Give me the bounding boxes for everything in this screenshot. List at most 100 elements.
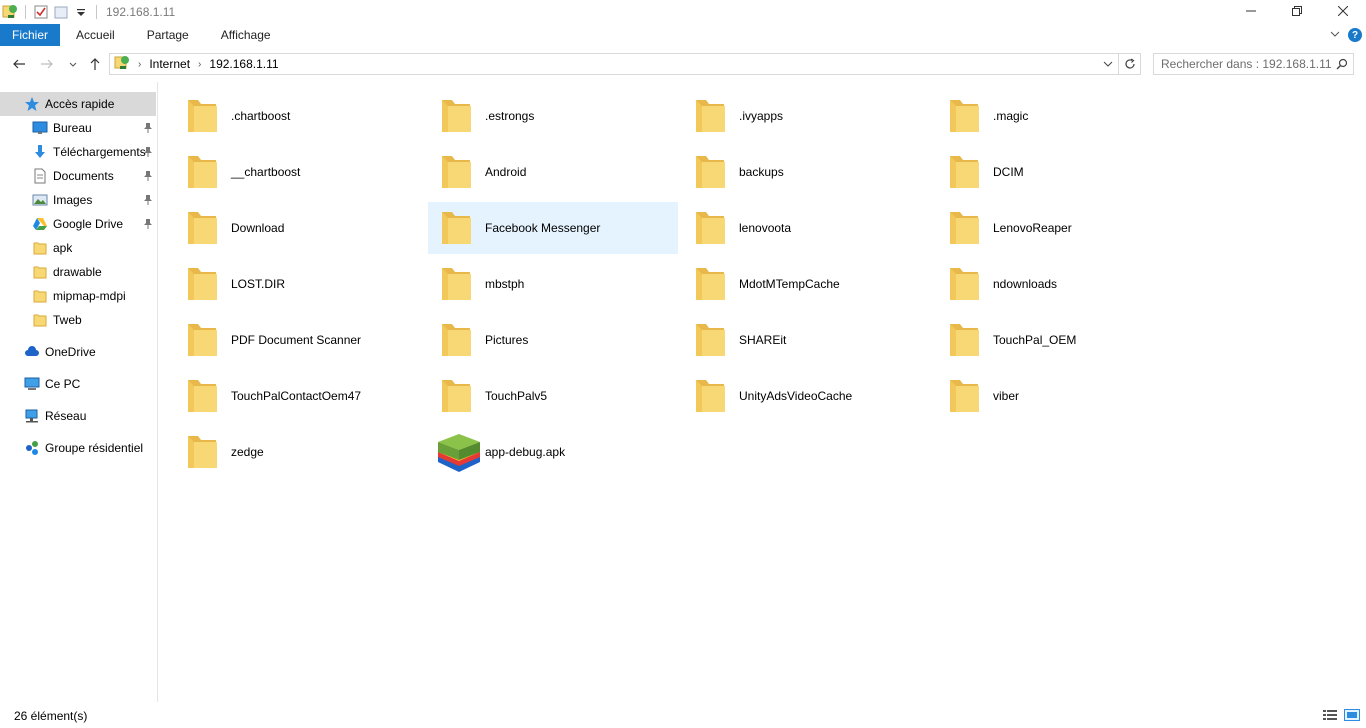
ribbon-right-controls: ? — [1330, 24, 1362, 46]
sidebar-item-bureau[interactable]: Bureau — [0, 116, 157, 140]
sidebar-item-mipmap-mdpi[interactable]: mipmap-mdpi — [0, 284, 157, 308]
folder-icon — [32, 312, 48, 328]
back-button[interactable] — [8, 53, 30, 75]
folder-item[interactable]: SHAREit — [682, 314, 932, 366]
sidebar-item-images[interactable]: Images — [0, 188, 157, 212]
breadcrumb-current[interactable]: 192.168.1.11 — [209, 57, 278, 71]
item-name: TouchPal_OEM — [993, 333, 1077, 347]
pin-icon[interactable] — [143, 194, 153, 206]
homegroup-icon — [24, 440, 40, 456]
folder-item[interactable]: Pictures — [428, 314, 678, 366]
folder-item[interactable]: .magic — [936, 90, 1186, 142]
pin-icon[interactable] — [143, 122, 153, 134]
folder-icon — [436, 152, 476, 192]
sidebar-item-apk[interactable]: apk — [0, 236, 157, 260]
folder-item[interactable]: TouchPalv5 — [428, 370, 678, 422]
sidebar-item-groupe-residentiel[interactable]: Groupe résidentiel — [0, 436, 157, 460]
item-name: ndownloads — [993, 277, 1058, 291]
folder-item[interactable]: Download — [174, 202, 424, 254]
restore-button[interactable] — [1274, 0, 1320, 22]
folder-item[interactable]: zedge — [174, 426, 424, 478]
desktop-icon — [32, 120, 48, 136]
tab-accueil[interactable]: Accueil — [60, 24, 131, 46]
search-icon[interactable] — [1336, 58, 1348, 70]
status-bar: 26 élément(s) — [0, 704, 1366, 728]
sidebar-item-telechargements[interactable]: Téléchargements — [0, 140, 157, 164]
search-input[interactable]: Rechercher dans : 192.168.1.11 — [1153, 53, 1354, 75]
sidebar-item-label: Tweb — [53, 313, 82, 327]
sidebar-item-google-drive[interactable]: Google Drive — [0, 212, 157, 236]
file-item[interactable]: app-debug.apk — [428, 426, 678, 478]
folder-icon — [944, 208, 984, 248]
item-name: mbstph — [485, 277, 525, 291]
folder-item[interactable]: DCIM — [936, 146, 1186, 198]
customize-qat-icon[interactable] — [73, 4, 89, 20]
sidebar-item-ce-pc[interactable]: Ce PC — [0, 372, 157, 396]
folder-item[interactable]: .chartboost — [174, 90, 424, 142]
recent-locations-button[interactable] — [62, 53, 84, 75]
pin-icon[interactable] — [143, 170, 153, 182]
folder-icon — [436, 96, 476, 136]
quick-access-list: Bureau Téléchargements Documents Images Goog… — [0, 116, 157, 332]
item-name: app-debug.apk — [485, 445, 566, 459]
folder-item[interactable]: LenovoReaper — [936, 202, 1186, 254]
folder-item[interactable]: Facebook Messenger — [428, 202, 678, 254]
item-name: viber — [993, 389, 1020, 403]
folder-item[interactable]: .estrongs — [428, 90, 678, 142]
item-name: .magic — [993, 109, 1029, 123]
address-bar[interactable]: › Internet › 192.168.1.11 — [109, 53, 1119, 75]
properties-icon[interactable] — [33, 4, 49, 20]
sidebar-item-label: Groupe résidentiel — [45, 441, 144, 455]
sidebar-item-reseau[interactable]: Réseau — [0, 404, 157, 428]
sidebar-item-drawable[interactable]: drawable — [0, 260, 157, 284]
breadcrumb-internet[interactable]: Internet — [149, 57, 190, 71]
folder-item[interactable]: Android — [428, 146, 678, 198]
new-folder-icon[interactable] — [53, 4, 69, 20]
folder-icon — [690, 376, 730, 416]
folder-item[interactable]: ndownloads — [936, 258, 1186, 310]
sidebar-item-acces-rapide[interactable]: Accès rapide — [0, 92, 156, 116]
item-name: __chartboost — [231, 165, 301, 179]
large-icons-view-icon[interactable] — [1344, 709, 1360, 721]
sidebar-item-onedrive[interactable]: OneDrive — [0, 340, 157, 364]
refresh-button[interactable] — [1119, 53, 1141, 75]
tab-fichier[interactable]: Fichier — [0, 24, 61, 46]
address-dropdown-icon[interactable] — [1098, 54, 1118, 74]
folder-icon — [436, 208, 476, 248]
details-view-icon[interactable] — [1322, 709, 1338, 721]
folder-item[interactable]: TouchPal_OEM — [936, 314, 1186, 366]
sidebar-item-documents[interactable]: Documents — [0, 164, 157, 188]
sidebar-item-tweb[interactable]: Tweb — [0, 308, 157, 332]
tab-affichage[interactable]: Affichage — [205, 24, 287, 46]
folder-item[interactable]: UnityAdsVideoCache — [682, 370, 932, 422]
close-button[interactable] — [1320, 0, 1366, 22]
expand-ribbon-icon[interactable] — [1330, 28, 1340, 42]
help-icon[interactable]: ? — [1348, 28, 1362, 42]
folder-item[interactable]: LOST.DIR — [174, 258, 424, 310]
up-button[interactable] — [84, 53, 106, 75]
folder-icon — [690, 264, 730, 304]
breadcrumb-chevron-icon[interactable]: › — [138, 59, 141, 70]
breadcrumb-chevron-icon[interactable]: › — [198, 59, 201, 70]
item-name: Download — [231, 221, 285, 235]
minimize-button[interactable] — [1228, 0, 1274, 22]
pin-icon[interactable] — [143, 146, 153, 158]
folder-icon — [944, 320, 984, 360]
folder-item[interactable]: PDF Document Scanner — [174, 314, 424, 366]
search-placeholder: Rechercher dans : 192.168.1.11 — [1161, 57, 1332, 71]
folder-item[interactable]: backups — [682, 146, 932, 198]
folder-item[interactable]: .ivyapps — [682, 90, 932, 142]
folder-icon — [32, 240, 48, 256]
folder-item[interactable]: TouchPalContactOem47 — [174, 370, 424, 422]
pin-icon[interactable] — [143, 218, 153, 230]
sidebar-item-label: Ce PC — [45, 377, 81, 391]
folder-item[interactable]: __chartboost — [174, 146, 424, 198]
folder-item[interactable]: viber — [936, 370, 1186, 422]
folder-item[interactable]: mbstph — [428, 258, 678, 310]
sidebar-item-label: Accès rapide — [45, 97, 115, 111]
forward-button[interactable] — [36, 53, 58, 75]
folder-item[interactable]: MdotMTempCache — [682, 258, 932, 310]
folder-item[interactable]: lenovoota — [682, 202, 932, 254]
tab-partage[interactable]: Partage — [131, 24, 205, 46]
network-folder-icon[interactable] — [2, 4, 18, 20]
